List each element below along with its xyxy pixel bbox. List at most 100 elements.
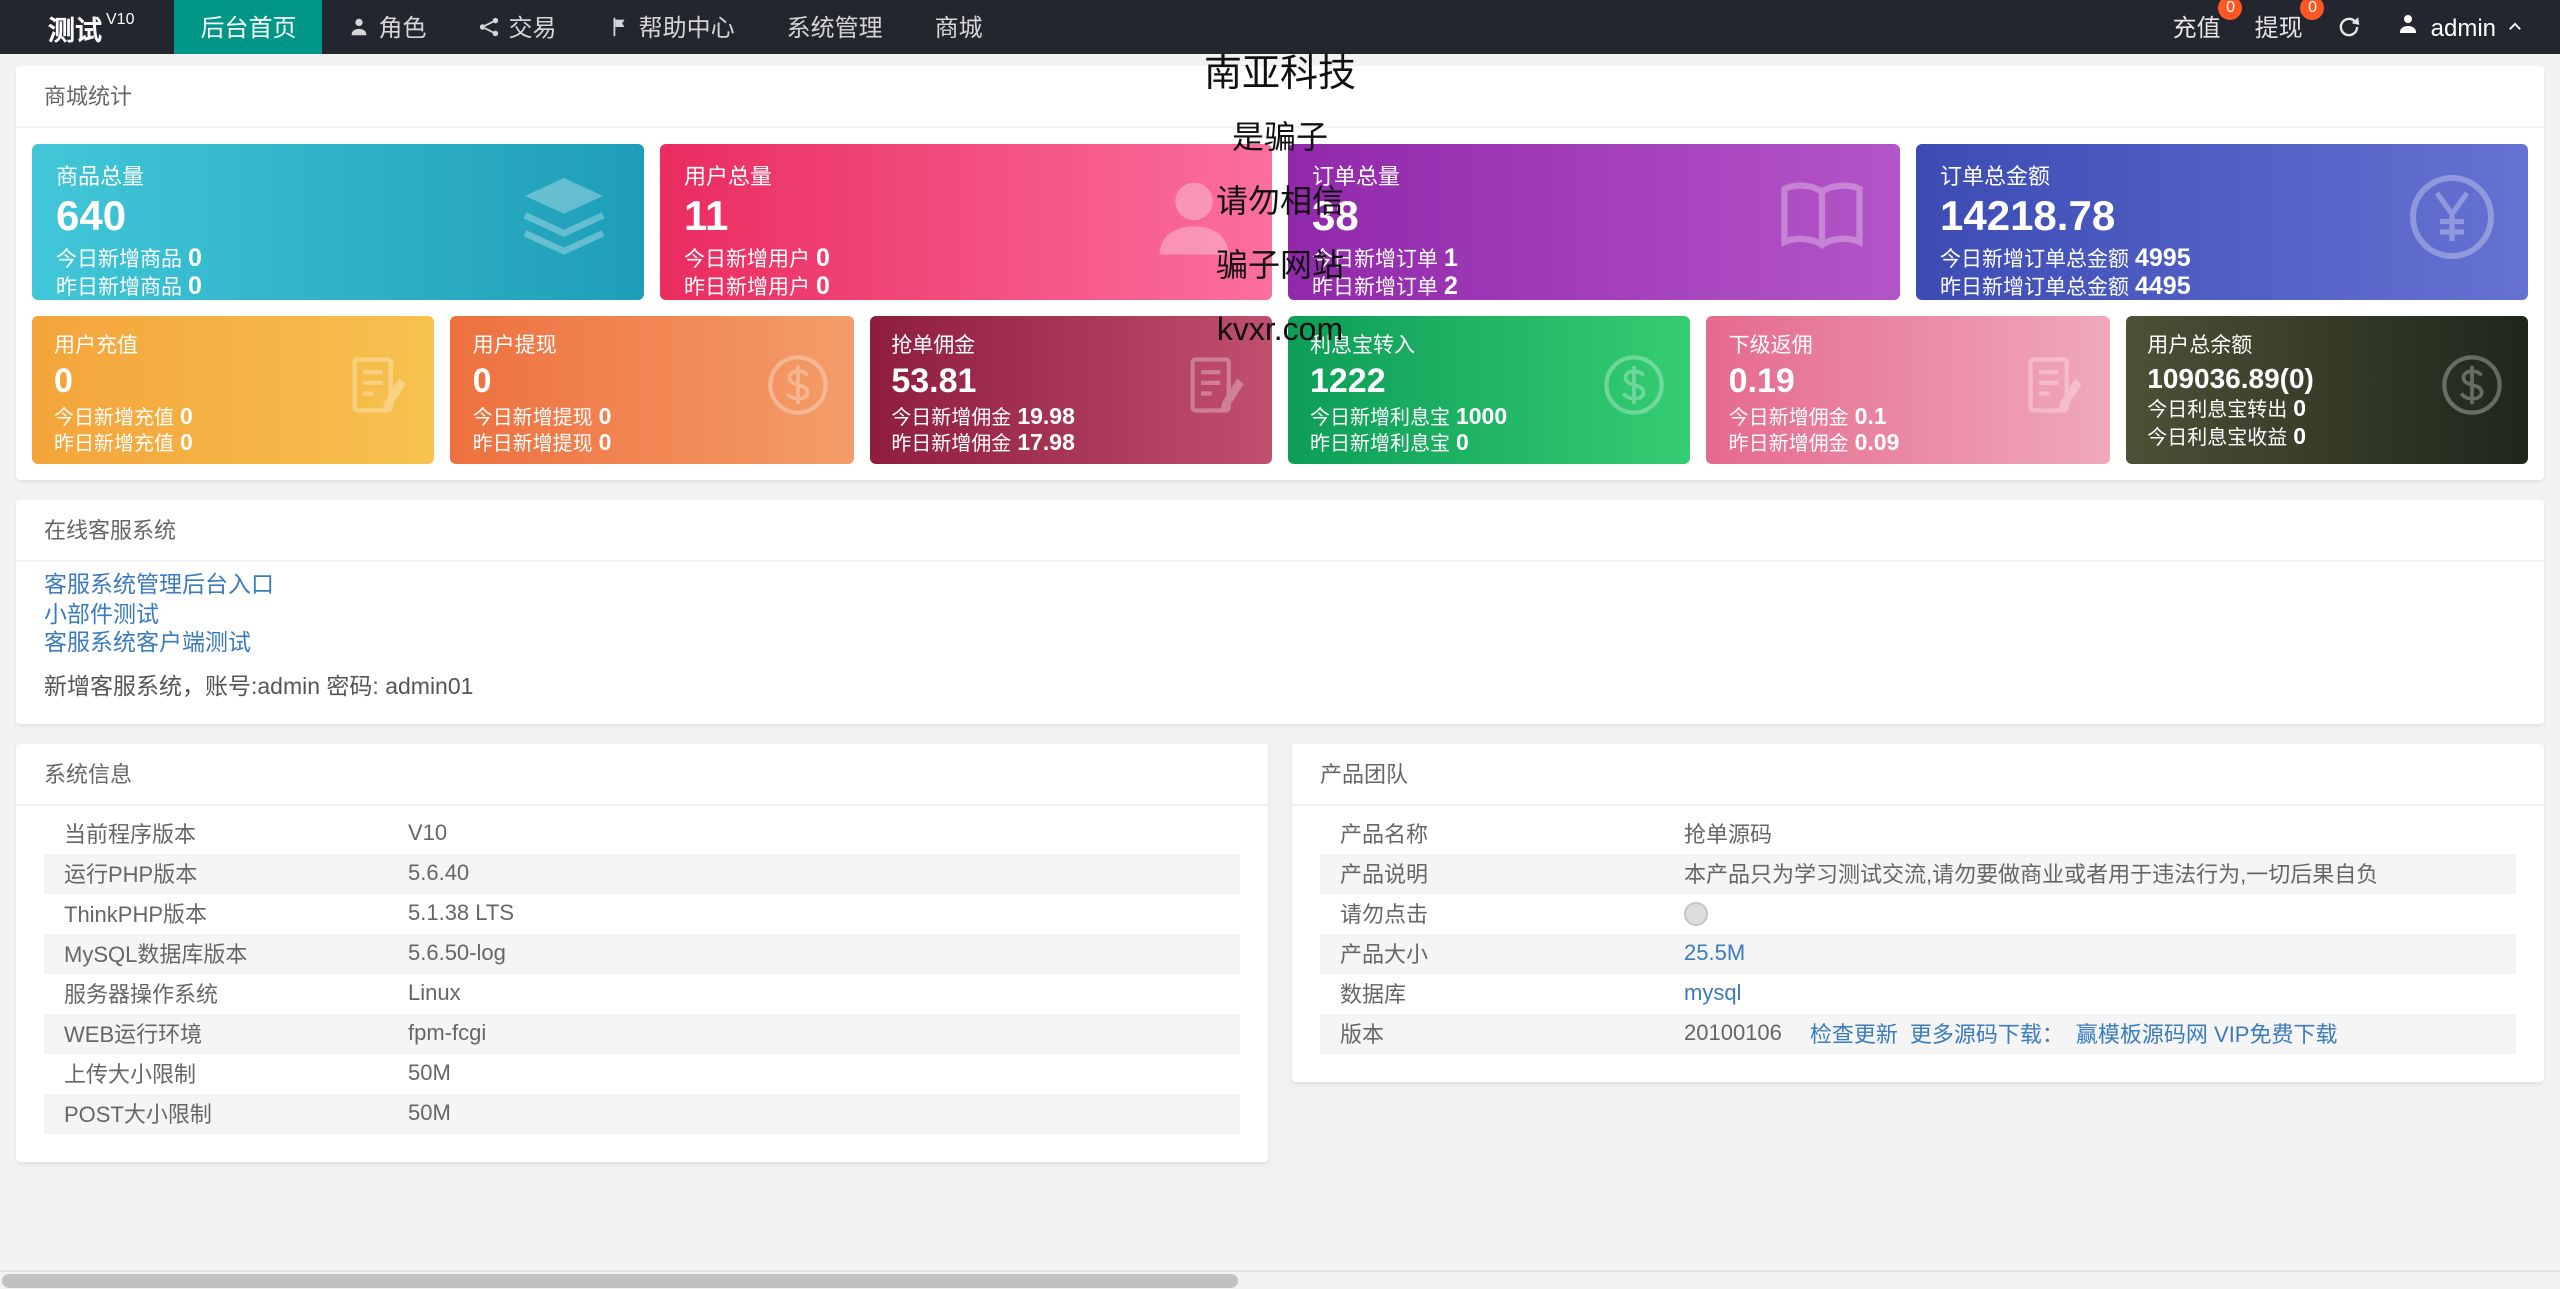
vip-download-link[interactable]: 赢模板源码网 VIP免费下载 xyxy=(2076,1017,2338,1049)
stat-line-label: 今日新增商品 xyxy=(56,248,182,273)
table-row: 当前程序版本 V10 xyxy=(44,813,1240,853)
nav-item-dashboard[interactable]: 后台首页 xyxy=(174,0,323,54)
nav-item-mall[interactable]: 商城 xyxy=(909,0,1009,54)
nav-item-label: 角色 xyxy=(378,14,427,42)
table-row: POST大小限制 50M xyxy=(44,1093,1240,1133)
stat-yesterday: 昨日新增提现 0 xyxy=(473,432,832,459)
table-row: MySQL数据库版本 5.6.50-log xyxy=(44,933,1240,973)
table-row: 版本 20100106 检查更新 更多源码下载： 赢模板源码网 VIP免费下载 xyxy=(1320,1013,2516,1053)
row-label: POST大小限制 xyxy=(64,1103,212,1127)
yen-circle-icon xyxy=(2404,169,2500,275)
user-icon xyxy=(2397,12,2421,42)
nav-item-trade[interactable]: 交易 xyxy=(453,0,583,54)
row-value: 5.6.50-log xyxy=(408,941,506,965)
doc-pen-icon xyxy=(345,351,413,429)
stat-line-label: 昨日新增订单 xyxy=(1312,276,1438,300)
stat-card-total-balance: 用户总余额 109036.89(0) 今日利息宝转出 0 今日利息宝收益 0 xyxy=(2125,316,2528,464)
product-size-link[interactable]: 25.5M xyxy=(1684,941,1745,965)
top-bar: 测试 V10 后台首页 角色 交易 帮助中心 系统管理 商城 充值 0 提现 0… xyxy=(0,0,2560,54)
nav-item-help-center[interactable]: 帮助中心 xyxy=(583,0,761,54)
service-account-note: 新增客服系统，账号:admin 密码: admin01 xyxy=(44,675,474,699)
stat-card-order-amount: 订单总金额 14218.78 今日新增订单总金额 4995 昨日新增订单总金额 44… xyxy=(1916,144,2528,300)
refresh-icon[interactable] xyxy=(2337,14,2363,40)
table-row: WEB运行环境 fpm-fcgi xyxy=(44,1013,1240,1053)
service-client-test-link[interactable]: 客服系统客户端测试 xyxy=(44,630,2516,659)
row-value: V10 xyxy=(408,821,448,845)
stat-card-users: 用户总量 11 今日新增用户 0 昨日新增用户 0 xyxy=(660,144,1272,300)
row-value: 5.1.38 LTS xyxy=(408,901,514,925)
row-label: 产品说明 xyxy=(1340,863,1428,887)
service-widget-test-link[interactable]: 小部件测试 xyxy=(44,601,2516,630)
top-bar-actions: 充值 0 提现 0 admin xyxy=(2173,0,2560,54)
stat-line-label: 今日新增用户 xyxy=(684,248,810,273)
row-label: 上传大小限制 xyxy=(64,1063,196,1087)
horizontal-scrollbar-thumb[interactable] xyxy=(2,1273,1238,1287)
stat-line-value: 0.09 xyxy=(1854,432,1900,457)
stat-yesterday: 昨日新增订单总金额 4495 xyxy=(1940,273,2504,300)
service-admin-entry-link[interactable]: 客服系统管理后台入口 xyxy=(44,572,2516,601)
stat-yesterday: 昨日新增佣金 0.09 xyxy=(1729,432,2088,459)
row-label: ThinkPHP版本 xyxy=(64,903,208,927)
mall-stats-panel: 商城统计 商品总量 640 今日新增商品 0 昨日新增商品 0 用户总量 11 今日… xyxy=(16,66,2544,480)
stat-line-value: 0 xyxy=(2293,425,2307,450)
main-nav: 后台首页 角色 交易 帮助中心 系统管理 商城 xyxy=(174,0,1008,54)
stat-yesterday: 昨日新增利息宝 0 xyxy=(1310,432,1669,459)
row-label: 服务器操作系统 xyxy=(64,983,218,1007)
user-icon xyxy=(1144,167,1244,277)
stat-line-label: 今日利息宝转出 xyxy=(2147,400,2288,423)
stat-card-user-withdraw: 用户提现 0 今日新增提现 0 昨日新增提现 0 xyxy=(450,316,854,464)
stat-line-label: 昨日新增佣金 xyxy=(891,434,1012,457)
recharge-button[interactable]: 充值 0 xyxy=(2173,0,2243,44)
nav-item-label: 后台首页 xyxy=(200,14,297,42)
stat-line-label: 昨日新增订单总金额 xyxy=(1940,276,2129,300)
nav-item-roles[interactable]: 角色 xyxy=(323,0,453,54)
database-link[interactable]: mysql xyxy=(1684,981,1741,1005)
nav-item-system-management[interactable]: 系统管理 xyxy=(761,0,909,54)
stat-line-value: 1 xyxy=(1444,244,1458,273)
stat-line-label: 今日新增佣金 xyxy=(1728,407,1849,430)
doc-pen-icon xyxy=(2019,351,2087,429)
check-update-link[interactable]: 检查更新 xyxy=(1810,1017,1898,1049)
row-value: 本产品只为学习测试交流,请勿要做商业或者用于违法行为,一切后果自负 xyxy=(1684,863,2379,887)
more-source-link[interactable]: 更多源码下载： xyxy=(1910,1017,2064,1049)
customer-service-panel: 在线客服系统 客服系统管理后台入口 小部件测试 客服系统客户端测试 新增客服系统… xyxy=(16,500,2544,723)
table-row: 产品名称 抢单源码 xyxy=(1320,813,2516,853)
stat-card-orders: 订单总量 38 今日新增订单 1 昨日新增订单 2 xyxy=(1288,144,1900,300)
nav-item-label: 系统管理 xyxy=(786,14,883,42)
stat-yesterday: 今日利息宝收益 0 xyxy=(2147,425,2506,452)
stat-card-user-recharge: 用户充值 0 今日新增充值 0 昨日新增充值 0 xyxy=(32,316,435,464)
admin-dashboard: 测试 V10 后台首页 角色 交易 帮助中心 系统管理 商城 充值 0 提现 0… xyxy=(0,0,2560,1289)
withdraw-label: 提现 xyxy=(2254,14,2303,42)
chevron-up-icon xyxy=(2506,13,2524,41)
emoji-icon[interactable] xyxy=(1684,901,1708,925)
table-row: ThinkPHP版本 5.1.38 LTS xyxy=(44,893,1240,933)
brand-logo[interactable]: 测试 V10 xyxy=(0,0,174,54)
stat-line-value: 0 xyxy=(816,244,830,273)
doc-pen-icon xyxy=(1182,351,1250,429)
row-value: 50M xyxy=(408,1101,451,1125)
stat-line-value: 4995 xyxy=(2135,244,2191,273)
user-menu[interactable]: admin xyxy=(2397,12,2524,42)
horizontal-scrollbar-track[interactable] xyxy=(0,1269,2560,1289)
stat-line-label: 昨日新增利息宝 xyxy=(1309,434,1450,457)
row-label: 数据库 xyxy=(1340,983,1406,1007)
big-stat-row: 商品总量 640 今日新增商品 0 昨日新增商品 0 用户总量 11 今日新增用户 0… xyxy=(32,144,2528,300)
panel-title: 商城统计 xyxy=(16,66,2544,128)
stat-line-value: 0 xyxy=(2293,398,2307,423)
stat-line-label: 昨日新增用户 xyxy=(684,276,810,300)
row-label: 运行PHP版本 xyxy=(64,863,198,887)
nav-item-label: 交易 xyxy=(508,14,557,42)
nav-item-label: 帮助中心 xyxy=(638,14,735,42)
row-value: 25.5M xyxy=(1684,941,2496,965)
stat-line-value: 0 xyxy=(816,272,830,300)
username: admin xyxy=(2430,13,2496,41)
panel-title: 在线客服系统 xyxy=(16,500,2544,562)
table-row: 产品大小 25.5M xyxy=(1320,933,2516,973)
nav-item-label: 商城 xyxy=(934,14,983,42)
row-value: 抢单源码 xyxy=(1684,823,1772,847)
withdraw-button[interactable]: 提现 0 xyxy=(2254,0,2325,44)
stat-line-value: 0 xyxy=(180,432,193,457)
table-row: 上传大小限制 50M xyxy=(44,1053,1240,1093)
row-value: 20100106 检查更新 更多源码下载： 赢模板源码网 VIP免费下载 xyxy=(1684,1017,2496,1049)
share-icon xyxy=(479,16,501,38)
